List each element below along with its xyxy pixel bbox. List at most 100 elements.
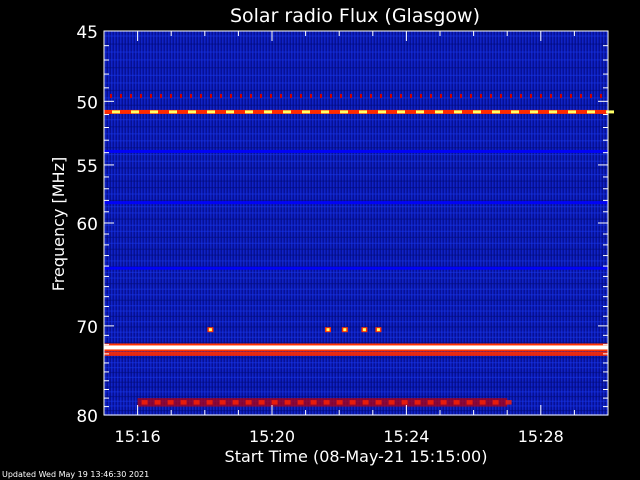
band-line bbox=[104, 351, 608, 356]
band-hotspot bbox=[359, 110, 367, 114]
burst-core bbox=[343, 328, 347, 332]
band-tick bbox=[210, 93, 212, 98]
band-line bbox=[104, 201, 608, 205]
band-hotspot bbox=[226, 110, 234, 114]
burst-core bbox=[362, 328, 366, 332]
burst-core bbox=[326, 328, 330, 332]
background-row bbox=[104, 367, 608, 369]
x-tick-label: 15:16 bbox=[115, 427, 161, 446]
background-row bbox=[104, 391, 608, 393]
band-hotspot bbox=[112, 110, 120, 114]
band-hotspot bbox=[150, 110, 158, 114]
x-tick-label: 15:20 bbox=[249, 427, 295, 446]
background-row bbox=[104, 43, 608, 45]
background-row bbox=[104, 236, 608, 238]
background-row bbox=[104, 294, 608, 296]
band-tick bbox=[360, 93, 362, 98]
band-hotspot bbox=[435, 110, 443, 114]
background-row bbox=[104, 173, 608, 176]
band-tick bbox=[250, 93, 252, 98]
emission-cell bbox=[141, 400, 148, 405]
band-hotspot bbox=[169, 110, 177, 114]
band-tick bbox=[180, 93, 182, 98]
band-hotspot bbox=[473, 110, 481, 114]
emission-cell bbox=[375, 400, 382, 405]
band-hotspot bbox=[606, 110, 614, 114]
y-tick-label: 80 bbox=[76, 407, 98, 427]
x-tick-label: 15:28 bbox=[518, 427, 564, 446]
background-row bbox=[104, 288, 608, 290]
band-tick bbox=[580, 93, 582, 98]
background-row bbox=[104, 74, 608, 76]
band-tick bbox=[220, 93, 222, 98]
band-hotspot bbox=[511, 110, 519, 114]
background-row bbox=[104, 193, 608, 195]
background-row bbox=[104, 160, 608, 162]
emission-cell bbox=[401, 400, 408, 405]
background-row bbox=[104, 230, 608, 232]
background-row bbox=[104, 315, 608, 317]
background-row bbox=[104, 147, 608, 149]
band-line bbox=[104, 266, 608, 270]
band-hotspot bbox=[283, 110, 291, 114]
band-tick bbox=[550, 93, 552, 98]
emission-cell bbox=[154, 400, 161, 405]
emission-region bbox=[137, 398, 508, 407]
band-tick bbox=[330, 93, 332, 98]
band-hotspot bbox=[188, 110, 196, 114]
emission-cell bbox=[466, 400, 473, 405]
band-tick bbox=[450, 93, 452, 98]
emission-cell bbox=[323, 400, 330, 405]
emission-cell bbox=[310, 400, 317, 405]
background-row bbox=[104, 218, 608, 220]
band-tick bbox=[490, 93, 492, 98]
band-tick bbox=[540, 93, 542, 98]
background-row bbox=[104, 119, 608, 121]
x-axis-label: Start Time (08-May-21 15:15:00) bbox=[225, 447, 488, 466]
y-tick-label: 70 bbox=[76, 318, 98, 338]
band-tick bbox=[300, 93, 302, 98]
band-hotspot bbox=[264, 110, 272, 114]
emission-cell bbox=[180, 400, 187, 405]
band-tick bbox=[520, 93, 522, 98]
emission-cell bbox=[440, 400, 447, 405]
band-tick bbox=[260, 93, 262, 98]
band-hotspot bbox=[416, 110, 424, 114]
background-row bbox=[104, 381, 608, 383]
band-line bbox=[104, 149, 608, 153]
emission-cell bbox=[193, 400, 200, 405]
band-hotspot bbox=[492, 110, 500, 114]
band-hotspot bbox=[245, 110, 253, 114]
band-hotspot bbox=[587, 110, 595, 114]
band-tick bbox=[170, 93, 172, 98]
band-tick bbox=[160, 93, 162, 98]
band-tick bbox=[370, 93, 372, 98]
band-tick bbox=[340, 93, 342, 98]
background-row bbox=[104, 153, 608, 156]
background-row bbox=[104, 248, 608, 250]
band-tick bbox=[480, 93, 482, 98]
band-hotspot bbox=[549, 110, 557, 114]
emission-cell bbox=[167, 400, 174, 405]
background-row bbox=[104, 89, 608, 92]
band-tick bbox=[420, 93, 422, 98]
emission-cell bbox=[258, 400, 265, 405]
band-tick bbox=[110, 93, 112, 98]
band-tick bbox=[280, 93, 282, 98]
background-row bbox=[104, 362, 608, 364]
band-tick bbox=[400, 93, 402, 98]
band-tick bbox=[230, 93, 232, 98]
band-tick bbox=[560, 93, 562, 98]
band-tick bbox=[140, 93, 142, 98]
band-tick bbox=[430, 93, 432, 98]
emission-cell bbox=[206, 400, 213, 405]
x-tick-label: 15:24 bbox=[383, 427, 429, 446]
band-tick bbox=[310, 93, 312, 98]
band-tick bbox=[530, 93, 532, 98]
y-tick-label: 45 bbox=[76, 23, 98, 43]
band-hotspot bbox=[397, 110, 405, 114]
band-tick bbox=[290, 93, 292, 98]
burst-core bbox=[208, 328, 212, 332]
chart-title: Solar radio Flux (Glasgow) bbox=[230, 5, 480, 27]
background-row bbox=[104, 133, 608, 135]
